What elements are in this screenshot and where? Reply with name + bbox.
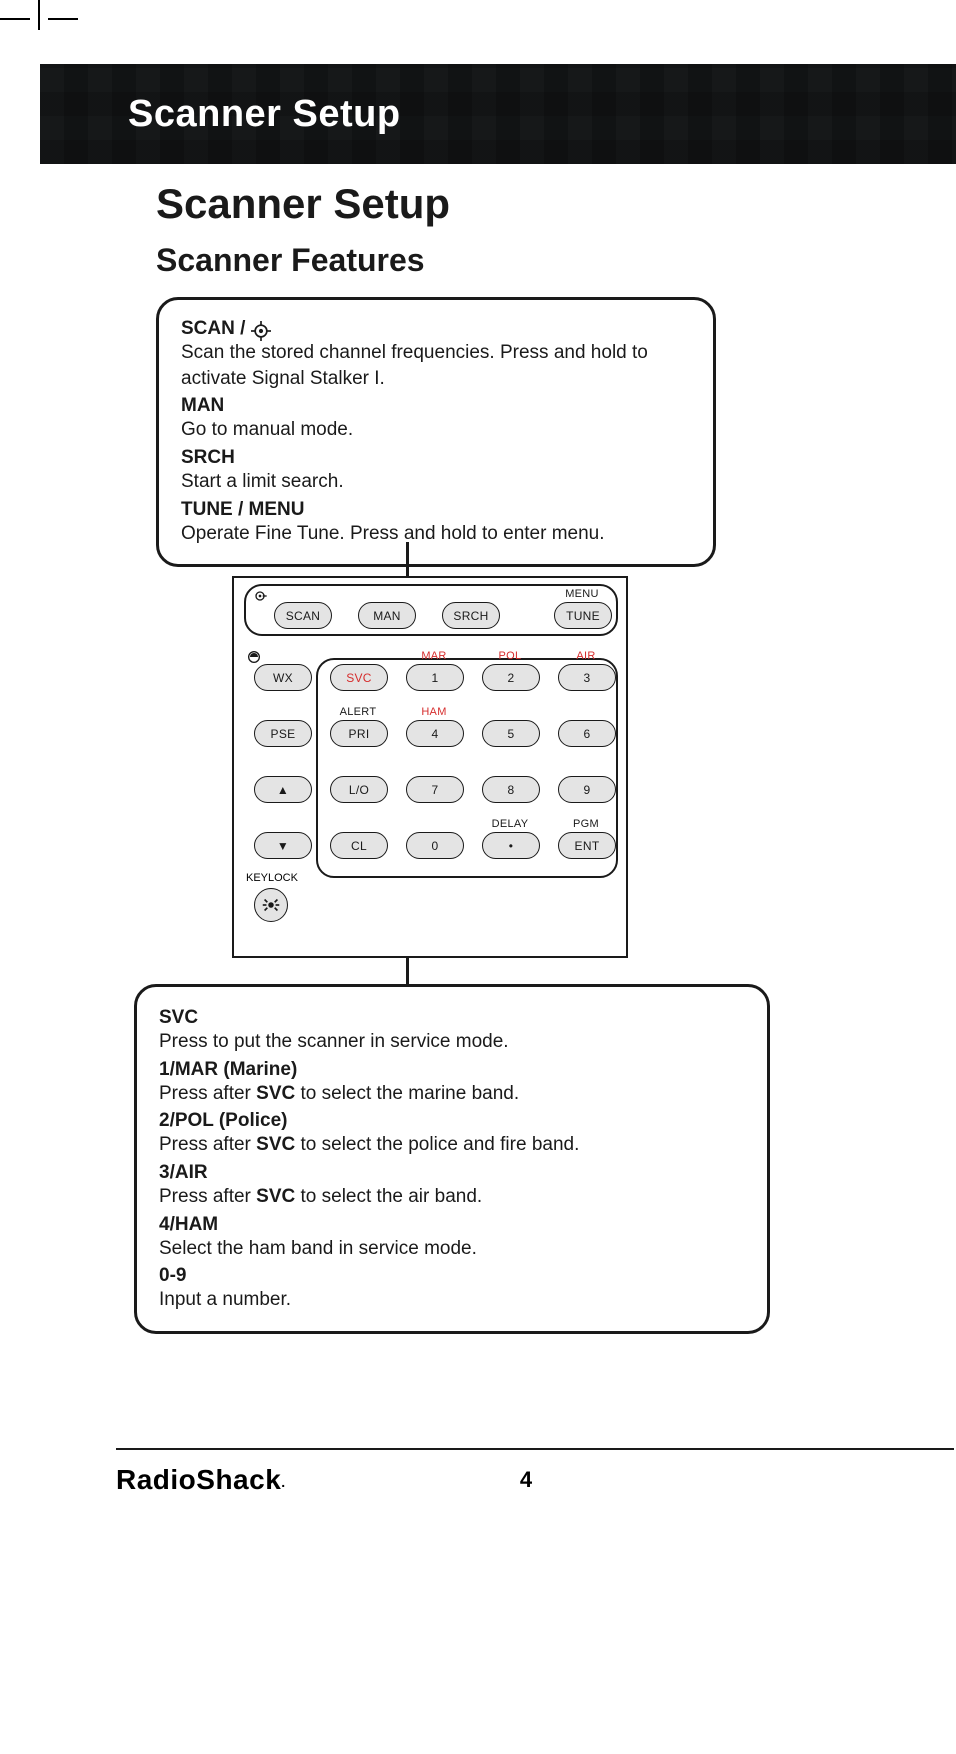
page-title: Scanner Setup (156, 180, 716, 228)
super-alert: ALERT (330, 706, 386, 718)
feature-label-mar: 1/MAR (Marine) (159, 1059, 745, 1081)
feature-label-man: MAN (181, 395, 691, 417)
header-band: Scanner Setup (40, 64, 956, 164)
crop-mark-v (38, 0, 40, 30)
page: Scanner Setup Scanner Setup Scanner Feat… (0, 0, 956, 1754)
feature-desc-mar: Press after SVC to select the marine ban… (159, 1081, 745, 1107)
page-subtitle: Scanner Features (156, 242, 716, 279)
feature-desc-pol: Press after SVC to select the police and… (159, 1132, 745, 1158)
feature-desc-ham: Select the ham band in service mode. (159, 1236, 745, 1262)
super-pol: POL (482, 650, 538, 662)
feature-label-srch: SRCH (181, 447, 691, 469)
n8-button: 8 (482, 776, 540, 803)
lo-button: L/O (330, 776, 388, 803)
wx-button: WX (254, 664, 312, 691)
feature-desc-air: Press after SVC to select the air band. (159, 1184, 745, 1210)
feature-label-tune: TUNE / MENU (181, 499, 691, 521)
up-button: ▲ (254, 776, 312, 803)
n1-button: 1 (406, 664, 464, 691)
header-section-title: Scanner Setup (128, 93, 401, 136)
footer-rule (116, 1448, 954, 1450)
n5-button: 5 (482, 720, 540, 747)
callout-bottom: SVC Press to put the scanner in service … (134, 984, 770, 1334)
feature-desc-09: Input a number. (159, 1287, 745, 1313)
cl-button: CL (330, 832, 388, 859)
keylock-label: KEYLOCK (246, 872, 298, 884)
keypad: MENU SCAN MAN SRCH TUNE MAR POL AIR WX S… (232, 576, 628, 958)
tune-button: TUNE (554, 602, 612, 629)
svc-button: SVC (330, 664, 388, 691)
feature-label-scan: SCAN / (181, 318, 691, 340)
n4-button: 4 (406, 720, 464, 747)
super-mar: MAR (406, 650, 462, 662)
man-button: MAN (358, 602, 416, 629)
super-ham: HAM (406, 706, 462, 718)
feature-label-09: 0-9 (159, 1265, 745, 1287)
n9-button: 9 (558, 776, 616, 803)
brand-logo: RadioShack. (116, 1464, 286, 1496)
srch-button: SRCH (442, 602, 500, 629)
feature-desc-tune: Operate Fine Tune. Press and hold to ent… (181, 521, 691, 547)
feature-desc-man: Go to manual mode. (181, 417, 691, 443)
callout-top: SCAN / Scan the stored channel frequenci… (156, 297, 716, 567)
dot-button: • (482, 832, 540, 859)
keylock-button (254, 888, 288, 922)
super-air: AIR (558, 650, 614, 662)
feature-label-svc: SVC (159, 1007, 745, 1029)
down-button: ▼ (254, 832, 312, 859)
n2-button: 2 (482, 664, 540, 691)
pse-button: PSE (254, 720, 312, 747)
content-area: Scanner Setup Scanner Features SCAN / Sc… (156, 180, 716, 567)
super-delay: DELAY (482, 818, 538, 830)
super-menu: MENU (554, 588, 610, 600)
signal-stalker-icon (251, 321, 271, 341)
n0-button: 0 (406, 832, 464, 859)
footer: RadioShack. 4 (116, 1464, 936, 1496)
super-pgm: PGM (558, 818, 614, 830)
page-number: 4 (520, 1467, 532, 1493)
n3-button: 3 (558, 664, 616, 691)
feature-desc-scan: Scan the stored channel frequencies. Pre… (181, 340, 691, 391)
pri-button: PRI (330, 720, 388, 747)
feature-label-scan-text: SCAN / (181, 318, 251, 339)
feature-label-pol: 2/POL (Police) (159, 1110, 745, 1132)
feature-desc-srch: Start a limit search. (181, 469, 691, 495)
crop-mark-h (0, 18, 956, 22)
light-icon (260, 894, 282, 916)
scan-button: SCAN (274, 602, 332, 629)
feature-desc-svc: Press to put the scanner in service mode… (159, 1029, 745, 1055)
leader-line-bottom (406, 956, 409, 984)
feature-label-air: 3/AIR (159, 1162, 745, 1184)
ent-button: ENT (558, 832, 616, 859)
n7-button: 7 (406, 776, 464, 803)
brand-text: RadioShack (116, 1464, 281, 1495)
feature-label-ham: 4/HAM (159, 1214, 745, 1236)
n6-button: 6 (558, 720, 616, 747)
leader-line-top (406, 542, 409, 578)
